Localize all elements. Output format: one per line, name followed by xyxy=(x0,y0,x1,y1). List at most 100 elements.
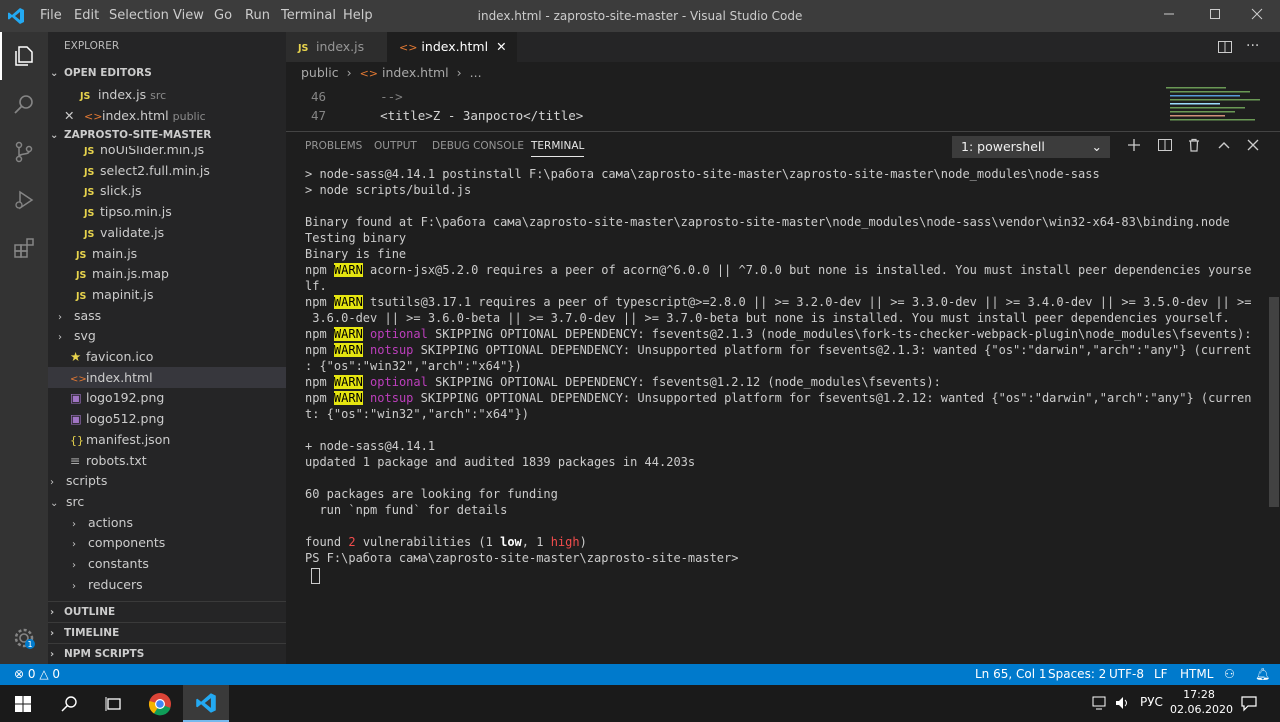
warn-tag: optional xyxy=(370,327,428,341)
file-tree-item[interactable]: › reducers xyxy=(48,574,286,595)
chrome-icon[interactable] xyxy=(137,685,183,722)
network-icon[interactable] xyxy=(1092,695,1110,715)
file-tree-item[interactable]: JS main.js.map xyxy=(48,263,286,284)
file-tree-item[interactable]: ★ favicon.ico xyxy=(48,346,286,367)
terminal-select[interactable]: 1: powershell ⌄ xyxy=(952,136,1110,158)
file-tree-item[interactable]: › components xyxy=(48,532,286,553)
breadcrumb-public[interactable]: public xyxy=(301,65,339,80)
menu-go[interactable]: Go xyxy=(214,0,232,32)
search-icon[interactable] xyxy=(0,80,48,128)
action-center-icon[interactable] xyxy=(1240,694,1258,716)
task-view-icon[interactable] xyxy=(91,685,137,722)
file-tree-item[interactable]: JS main.js xyxy=(48,243,286,264)
source-control-icon[interactable] xyxy=(0,128,48,176)
search-icon[interactable] xyxy=(46,685,92,722)
html-file-icon: <> xyxy=(399,41,418,54)
windows-start-icon[interactable] xyxy=(0,685,46,722)
tab-debug-console[interactable]: DEBUG CONSOLE xyxy=(432,140,524,152)
file-tree-item[interactable]: ▣ logo512.png xyxy=(48,408,286,429)
file-tree-item[interactable]: <>index.html xyxy=(48,366,286,388)
close-tab-icon[interactable]: ✕ xyxy=(496,39,506,54)
clock[interactable]: 17:28 02.06.2020 xyxy=(1170,687,1233,717)
terminal-warn-line: npm WARN acorn-jsx@5.2.0 requires a peer… xyxy=(305,263,1252,277)
indentation[interactable]: Spaces: 2 xyxy=(1048,664,1106,685)
file-tree-item[interactable]: › actions xyxy=(48,512,286,533)
end-of-line[interactable]: LF xyxy=(1154,664,1168,685)
project-header[interactable]: ⌄ ZAPROSTO-SITE-MASTER xyxy=(48,125,288,146)
file-tree-item[interactable]: › scripts xyxy=(48,470,286,491)
file-tree-item[interactable]: JS mapinit.js xyxy=(48,284,286,305)
open-editor-item[interactable]: JS index.js src xyxy=(48,84,318,105)
new-terminal-icon[interactable] xyxy=(1126,137,1142,157)
more-actions-icon[interactable]: ··· xyxy=(1246,38,1259,54)
breadcrumb-file[interactable]: index.html xyxy=(382,65,449,80)
minimap[interactable] xyxy=(1162,84,1270,131)
language-mode[interactable]: HTML xyxy=(1180,664,1213,685)
close-button[interactable] xyxy=(1234,0,1280,32)
maximize-panel-icon[interactable] xyxy=(1216,137,1232,157)
problems-indicator[interactable]: ⊗ 0 △ 0 xyxy=(14,664,60,685)
volume-icon[interactable] xyxy=(1114,695,1132,715)
close-panel-icon[interactable] xyxy=(1245,137,1261,157)
terminal-scrollbar[interactable] xyxy=(1269,297,1279,507)
split-editor-icon[interactable] xyxy=(1217,39,1233,59)
extensions-icon[interactable] xyxy=(0,224,48,272)
npm-scripts-section[interactable]: › NPM SCRIPTS xyxy=(48,643,288,665)
timeline-section[interactable]: › TIMELINE xyxy=(48,622,288,644)
trash-icon[interactable] xyxy=(1186,137,1202,157)
manage-gear-icon[interactable]: 1 xyxy=(0,614,48,662)
tab-index-html[interactable]: <> index.html ✕ xyxy=(387,32,517,62)
menu-view[interactable]: View xyxy=(173,0,204,32)
notifications-bell-icon[interactable]: 🔔︎ xyxy=(1255,664,1270,685)
file-tree-item[interactable]: JS slick.js xyxy=(48,180,286,201)
explorer-icon[interactable] xyxy=(0,32,48,80)
menu-help[interactable]: Help xyxy=(343,0,373,32)
tab-output[interactable]: OUTPUT xyxy=(374,140,417,152)
outline-section[interactable]: › OUTLINE xyxy=(48,601,288,623)
file-tree-item[interactable]: ›pages xyxy=(48,594,286,601)
close-editor-icon[interactable]: ✕ xyxy=(64,105,80,126)
run-debug-icon[interactable] xyxy=(0,176,48,224)
file-tree-item[interactable]: JS tipso.min.js xyxy=(48,201,286,222)
file-tree-label: mapinit.js xyxy=(92,286,154,302)
encoding[interactable]: UTF-8 xyxy=(1109,664,1144,685)
file-tree-item[interactable]: › sass xyxy=(48,305,286,326)
menu-file[interactable]: File xyxy=(40,0,62,32)
chevron-right-icon: › xyxy=(50,607,55,618)
tab-index-js[interactable]: JS index.js xyxy=(286,32,398,62)
terminal-line: > node scripts/build.js xyxy=(305,183,472,197)
breadcrumb-more[interactable]: ... xyxy=(470,65,482,80)
file-tree-item[interactable]: › constants xyxy=(48,553,286,574)
menu-edit[interactable]: Edit xyxy=(74,0,99,32)
minimize-button[interactable] xyxy=(1146,0,1192,32)
warning-count: 0 xyxy=(52,667,61,681)
terminal-warn-line: npm WARN optional SKIPPING OPTIONAL DEPE… xyxy=(305,375,941,389)
file-tree-label: logo192.png xyxy=(86,390,165,406)
open-editors-header[interactable]: ⌄ OPEN EDITORS xyxy=(48,63,288,84)
file-tree-item[interactable]: JS select2.full.min.js xyxy=(48,160,286,181)
tab-terminal[interactable]: TERMINAL xyxy=(531,140,585,157)
file-tree-item[interactable]: ▣ logo192.png xyxy=(48,387,286,408)
file-tree-item[interactable]: JS noUiSlider.min.js xyxy=(48,146,286,160)
split-terminal-icon[interactable] xyxy=(1157,137,1173,157)
file-tree-item[interactable]: {} manifest.json xyxy=(48,429,286,450)
menu-terminal[interactable]: Terminal xyxy=(281,0,336,32)
terminal-warn-line: npm WARN optional SKIPPING OPTIONAL DEPE… xyxy=(305,327,1252,341)
file-tree-item[interactable]: › svg xyxy=(48,325,286,346)
terminal-output[interactable]: > node-sass@4.14.1 postinstall F:\работа… xyxy=(305,166,1252,584)
live-share-icon[interactable]: ⚇ xyxy=(1224,664,1235,685)
input-language[interactable]: РУС xyxy=(1140,695,1163,709)
file-tree-label: reducers xyxy=(88,576,143,592)
file-tree-item[interactable]: ≡ robots.txt xyxy=(48,450,286,471)
open-editor-item[interactable]: ✕ <> index.html public xyxy=(48,105,302,126)
file-tree-item[interactable]: JS validate.js xyxy=(48,222,286,243)
tab-problems[interactable]: PROBLEMS xyxy=(305,140,362,152)
cursor-position[interactable]: Ln 65, Col 1 xyxy=(975,664,1047,685)
menu-selection[interactable]: Selection xyxy=(109,0,169,32)
menu-run[interactable]: Run xyxy=(245,0,270,32)
terminal-warn-line: npm WARN tsutils@3.17.1 requires a peer … xyxy=(305,295,1252,309)
vscode-taskbar-icon[interactable] xyxy=(183,685,229,722)
maximize-button[interactable] xyxy=(1192,0,1238,32)
file-tree-item[interactable]: ⌄ src xyxy=(48,491,286,512)
code-editor[interactable]: 46 --> 47 <title>Z - Запросто</title> xyxy=(286,84,1280,131)
